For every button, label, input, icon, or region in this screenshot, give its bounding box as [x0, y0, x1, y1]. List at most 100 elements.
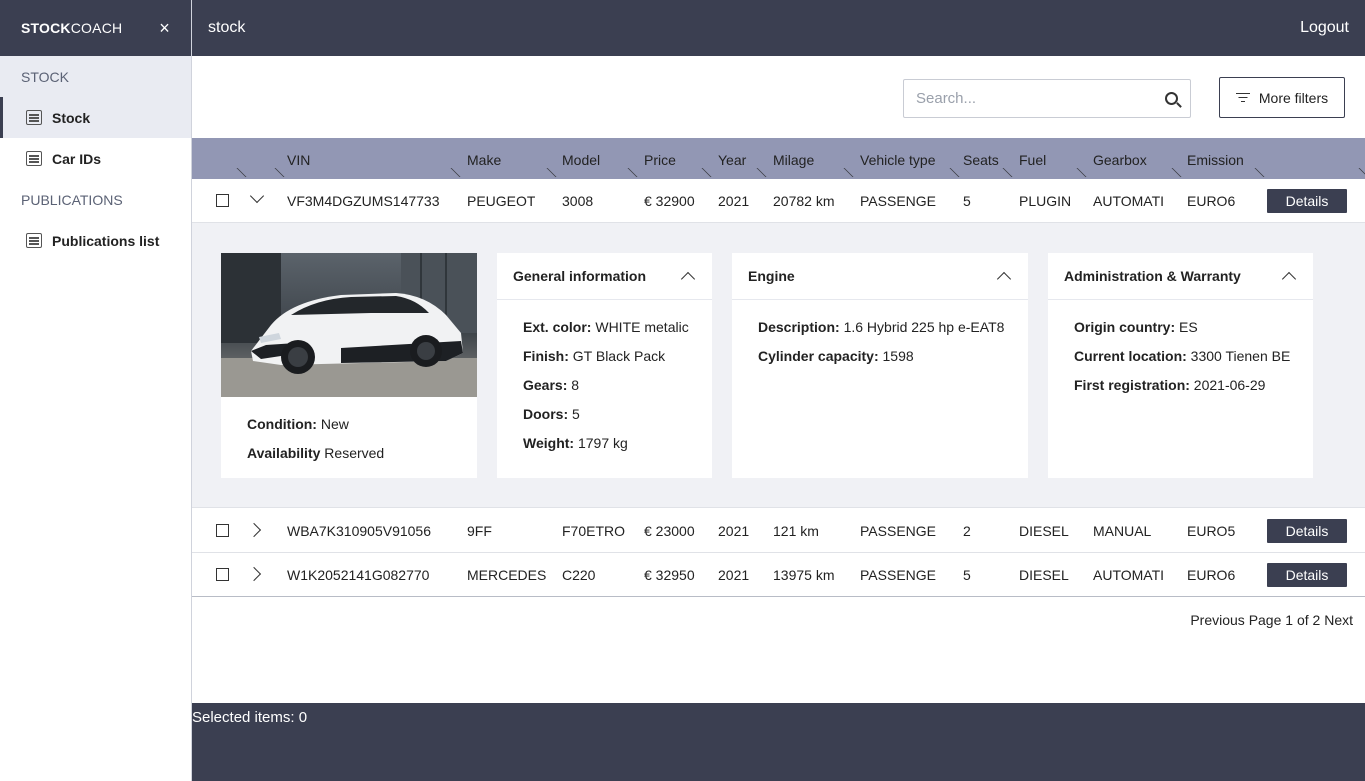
- chevron-right-icon[interactable]: [246, 566, 262, 582]
- column-header-vehicle-type[interactable]: Vehicle type: [860, 138, 936, 179]
- cell-vehicle-type: PASSENGE: [860, 567, 936, 583]
- cell-make: MERCEDES: [467, 567, 547, 583]
- selected-items-count: Selected items: 0: [192, 709, 308, 726]
- car-image: [221, 253, 477, 397]
- cell-emission: EURO5: [1187, 523, 1236, 539]
- column-resize-handle[interactable]: [266, 168, 285, 177]
- table-row[interactable]: WBA7K310905V91056 9FF F70ETRO € 23000 20…: [192, 509, 1365, 553]
- search-icon[interactable]: [1165, 92, 1178, 105]
- field-cylinder-capacity: Cylinder capacity: 1598: [758, 348, 914, 364]
- card-body: Description: 1.6 Hybrid 225 hp e-EAT8 Cy…: [732, 300, 1028, 371]
- column-header-make[interactable]: Make: [467, 138, 501, 179]
- column-header-seats[interactable]: Seats: [963, 138, 999, 179]
- app-logo: STOCKCOACH: [21, 20, 123, 36]
- column-resize-handle[interactable]: [442, 168, 461, 177]
- cell-seats: 5: [963, 567, 971, 583]
- logout-button[interactable]: Logout: [1300, 19, 1349, 37]
- details-button[interactable]: Details: [1267, 189, 1347, 213]
- column-resize-handle[interactable]: [228, 168, 247, 177]
- more-filters-button[interactable]: More filters: [1219, 77, 1345, 118]
- cell-emission: EURO6: [1187, 193, 1236, 209]
- next-page-button[interactable]: Next: [1324, 612, 1353, 628]
- card-header[interactable]: Engine: [732, 253, 1028, 300]
- column-header-price[interactable]: Price: [644, 138, 676, 179]
- cell-model: 3008: [562, 193, 594, 209]
- column-header-gearbox[interactable]: Gearbox: [1093, 138, 1147, 179]
- more-filters-label: More filters: [1258, 89, 1329, 106]
- column-resize-handle[interactable]: [835, 168, 854, 177]
- field-current-location: Current location: 3300 Tienen BE: [1074, 348, 1291, 364]
- cell-vin: VF3M4DGZUMS147733: [287, 193, 440, 209]
- previous-page-button[interactable]: Previous: [1190, 612, 1244, 628]
- section-label-publications: PUBLICATIONS: [21, 191, 123, 208]
- chevron-up-icon[interactable]: [1281, 271, 1297, 287]
- top-bar: stock Logout: [192, 0, 1365, 56]
- row-checkbox[interactable]: [216, 568, 229, 581]
- table-row[interactable]: VF3M4DGZUMS147733 PEUGEOT 3008 € 32900 2…: [192, 179, 1365, 223]
- sidebar-item-car-ids[interactable]: Car IDs: [0, 138, 191, 179]
- chevron-right-icon[interactable]: [246, 522, 262, 538]
- cell-seats: 5: [963, 193, 971, 209]
- card-title: Administration & Warranty: [1064, 268, 1241, 284]
- row-checkbox[interactable]: [216, 524, 229, 537]
- table-row[interactable]: W1K2052141G082770 MERCEDES C220 € 32950 …: [192, 553, 1365, 597]
- column-resize-handle[interactable]: [941, 168, 960, 177]
- field-gears: Gears: 8: [523, 377, 580, 393]
- chevron-down-icon[interactable]: [249, 188, 265, 204]
- close-sidebar-icon[interactable]: ×: [159, 18, 170, 39]
- cell-milage: 20782 km: [773, 193, 835, 209]
- details-button[interactable]: Details: [1267, 519, 1347, 543]
- column-resize-handle[interactable]: [1163, 168, 1182, 177]
- cell-gearbox: AUTOMATI: [1093, 567, 1165, 583]
- cell-make: PEUGEOT: [467, 193, 536, 209]
- column-resize-handle[interactable]: [619, 168, 638, 177]
- cell-price: € 32900: [644, 193, 695, 209]
- column-resize-handle[interactable]: [1068, 168, 1087, 177]
- sidebar-item-publications-list[interactable]: Publications list: [0, 220, 191, 261]
- column-resize-handle[interactable]: [748, 168, 767, 177]
- column-header-model[interactable]: Model: [562, 138, 600, 179]
- vehicle-status: Condition: New Availability Reserved: [247, 410, 384, 468]
- cell-emission: EURO6: [1187, 567, 1236, 583]
- cell-vehicle-type: PASSENGE: [860, 193, 936, 209]
- card-body: Ext. color: WHITE metalic Finish: GT Bla…: [497, 300, 712, 458]
- card-title: General information: [513, 268, 647, 284]
- column-header-milage[interactable]: Milage: [773, 138, 814, 179]
- column-resize-handle[interactable]: [1246, 168, 1265, 177]
- vehicle-photo: [221, 253, 477, 397]
- card-header[interactable]: Administration & Warranty: [1048, 253, 1313, 300]
- sidebar: STOCKCOACH × STOCK Stock Car IDs PUBLICA…: [0, 0, 192, 781]
- search-input[interactable]: [916, 90, 1165, 107]
- row-checkbox[interactable]: [216, 194, 229, 207]
- card-body: Origin country: ES Current location: 330…: [1048, 300, 1313, 400]
- row-details-panel: Condition: New Availability Reserved Gen…: [192, 223, 1365, 508]
- cell-model: F70ETRO: [562, 523, 626, 539]
- section-label-stock: STOCK: [0, 56, 191, 97]
- pagination: Previous Page 1 of 2 Next: [1190, 612, 1353, 628]
- column-resize-handle[interactable]: [693, 168, 712, 177]
- column-header-emission[interactable]: Emission: [1187, 138, 1244, 179]
- cell-price: € 23000: [644, 523, 695, 539]
- column-resize-handle[interactable]: [1350, 168, 1365, 177]
- brand-bar: STOCKCOACH ×: [0, 0, 191, 56]
- cell-fuel: DIESEL: [1019, 523, 1069, 539]
- page-title: stock: [208, 19, 246, 36]
- search-box[interactable]: [903, 79, 1191, 118]
- administration-warranty-card: Administration & Warranty Origin country…: [1048, 253, 1313, 478]
- field-ext-color: Ext. color: WHITE metalic: [523, 319, 689, 335]
- sidebar-item-stock[interactable]: Stock: [0, 97, 191, 138]
- column-header-fuel[interactable]: Fuel: [1019, 138, 1046, 179]
- footer-bar: Selected items: 0: [192, 703, 1365, 781]
- column-header-year[interactable]: Year: [718, 138, 746, 179]
- chevron-up-icon[interactable]: [680, 271, 696, 287]
- column-resize-handle[interactable]: [538, 168, 557, 177]
- cell-fuel: DIESEL: [1019, 567, 1069, 583]
- card-header[interactable]: General information: [497, 253, 712, 300]
- details-button[interactable]: Details: [1267, 563, 1347, 587]
- column-header-vin[interactable]: VIN: [287, 138, 310, 179]
- engine-card: Engine Description: 1.6 Hybrid 225 hp e-…: [732, 253, 1028, 478]
- sidebar-item-label: Publications list: [52, 232, 160, 249]
- chevron-up-icon[interactable]: [996, 271, 1012, 287]
- field-weight: Weight: 1797 kg: [523, 435, 628, 451]
- condition-field: Condition: New: [247, 416, 349, 432]
